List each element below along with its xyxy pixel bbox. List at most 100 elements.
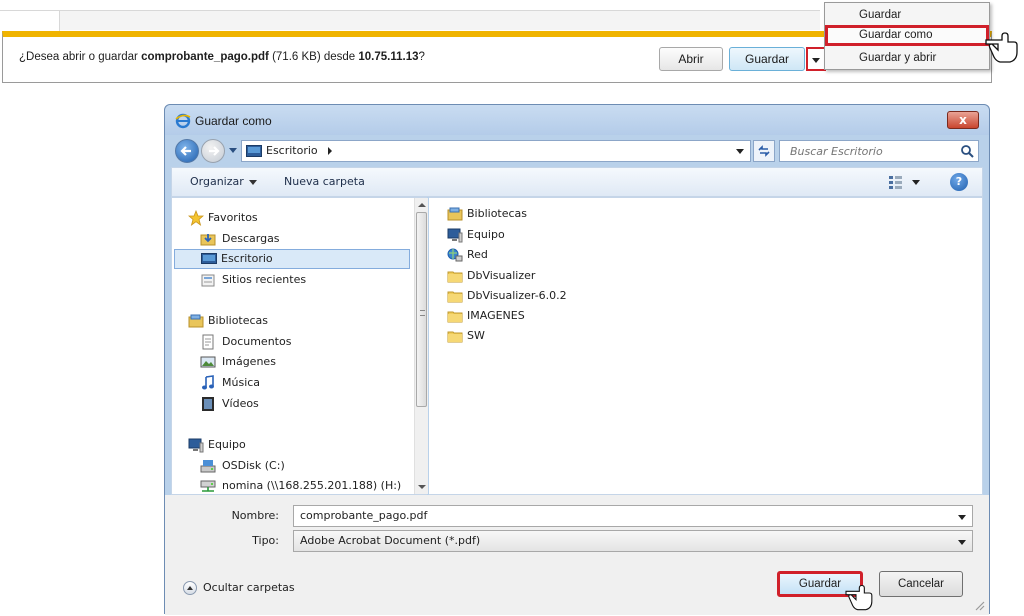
folder-icon xyxy=(447,311,463,323)
hide-folders-button[interactable]: Ocultar carpetas xyxy=(183,581,295,595)
browser-tab[interactable] xyxy=(0,11,60,31)
tree-item-label: Imágenes xyxy=(222,355,276,368)
open-button[interactable]: Abrir xyxy=(659,47,723,71)
dialog-cancel-button[interactable]: Cancelar xyxy=(879,571,963,597)
tree-item-sitios-recientes[interactable]: Sitios recientes xyxy=(186,270,406,290)
file-item-label: SW xyxy=(467,329,485,342)
file-item-label: IMAGENES xyxy=(467,309,525,322)
tree-item-label: Vídeos xyxy=(222,397,259,410)
videos-icon xyxy=(202,397,214,411)
save-as-dialog: Guardar como x Escritorio Organizar Nuev… xyxy=(164,104,990,615)
drive-icon xyxy=(200,460,216,473)
menu-item-guardar[interactable]: Guardar xyxy=(825,5,989,26)
resize-grip-icon[interactable] xyxy=(973,599,985,611)
search-icon[interactable] xyxy=(960,144,974,158)
tree-item-osdisk[interactable]: OSDisk (C:) xyxy=(186,456,406,476)
filename-input[interactable]: comprobante_pago.pdf xyxy=(293,505,973,527)
filename-label: Nombre: xyxy=(231,509,279,522)
tree-item-documentos[interactable]: Documentos xyxy=(186,332,406,352)
tree-item-favoritos[interactable]: Favoritos xyxy=(176,208,406,228)
help-button[interactable]: ? xyxy=(950,173,968,191)
internet-explorer-icon xyxy=(175,113,191,129)
music-icon xyxy=(202,375,214,390)
file-item-label: DbVisualizer xyxy=(467,269,536,282)
menu-item-guardar-como[interactable]: Guardar como xyxy=(825,25,989,46)
tree-item-label: Descargas xyxy=(222,232,280,245)
tree-item-label: OSDisk (C:) xyxy=(222,459,285,472)
menu-item-guardar-y-abrir[interactable]: Guardar y abrir xyxy=(825,48,989,69)
tree-item-label: nomina (\\168.255.201.188) (H:) xyxy=(222,479,402,492)
breadcrumb-separator-icon[interactable] xyxy=(328,147,332,155)
folder-icon xyxy=(447,271,463,283)
documents-icon xyxy=(202,334,214,350)
file-item-label: Equipo xyxy=(467,228,505,241)
address-row: Escritorio xyxy=(165,135,989,167)
search-box[interactable] xyxy=(779,140,979,162)
view-dropdown-icon[interactable] xyxy=(912,180,920,185)
download-host: 10.75.11.13 xyxy=(358,51,419,63)
tree-item-equipo[interactable]: Equipo xyxy=(176,435,406,455)
scroll-down-icon[interactable] xyxy=(418,485,426,489)
file-type-label: Tipo: xyxy=(252,534,279,547)
new-folder-button[interactable]: Nueva carpeta xyxy=(284,175,365,188)
save-fields-area: Nombre: comprobante_pago.pdf Tipo: Adobe… xyxy=(165,495,989,615)
pictures-icon xyxy=(200,356,216,368)
star-icon xyxy=(188,210,204,226)
desktop-icon xyxy=(201,253,217,264)
scroll-up-icon[interactable] xyxy=(418,203,426,207)
hand-pointer-cursor-icon xyxy=(985,32,1018,63)
save-options-dropdown-button[interactable] xyxy=(806,47,826,71)
organize-label: Organizar xyxy=(190,175,244,188)
back-button[interactable] xyxy=(175,139,199,163)
dialog-title: Guardar como xyxy=(195,114,272,128)
dialog-title-bar[interactable]: Guardar como x xyxy=(165,105,989,135)
file-type-select[interactable]: Adobe Acrobat Document (*.pdf) xyxy=(293,530,973,552)
tree-item-label: Bibliotecas xyxy=(208,314,269,327)
chevron-down-icon xyxy=(248,179,257,185)
tree-item-musica[interactable]: Música xyxy=(186,373,406,393)
file-item-label: Bibliotecas xyxy=(467,207,528,220)
navigation-scrollbar[interactable] xyxy=(414,198,428,494)
tree-item-nomina[interactable]: nomina (\\168.255.201.188) (H:) xyxy=(186,476,406,496)
command-toolbar: Organizar Nueva carpeta ? xyxy=(171,167,983,197)
chevron-down-icon[interactable] xyxy=(958,540,966,545)
refresh-button[interactable] xyxy=(753,140,775,162)
refresh-icon xyxy=(758,145,770,157)
network-drive-icon xyxy=(200,480,216,492)
address-dropdown-icon[interactable] xyxy=(736,149,744,154)
tree-item-label: Sitios recientes xyxy=(222,273,307,286)
tree-item-label: Documentos xyxy=(222,335,292,348)
search-input[interactable] xyxy=(788,144,948,159)
close-icon: x xyxy=(959,113,967,127)
tree-item-videos[interactable]: Vídeos xyxy=(186,394,406,414)
close-button[interactable]: x xyxy=(947,111,979,129)
tree-item-descargas[interactable]: Descargas xyxy=(186,229,406,249)
chevron-up-icon xyxy=(183,581,197,595)
chevron-down-icon xyxy=(812,58,820,64)
address-bar[interactable]: Escritorio xyxy=(241,140,751,162)
save-button[interactable]: Guardar xyxy=(729,47,805,71)
address-path[interactable]: Escritorio xyxy=(266,144,318,157)
tree-item-label: Favoritos xyxy=(208,211,258,224)
tree-item-escritorio[interactable]: Escritorio xyxy=(174,249,410,269)
arrow-left-icon xyxy=(180,146,191,156)
filename-value[interactable]: comprobante_pago.pdf xyxy=(300,509,427,522)
recent-locations-icon[interactable] xyxy=(229,148,237,153)
scrollbar-thumb[interactable] xyxy=(416,212,427,407)
download-file-name: comprobante_pago.pdf xyxy=(141,51,269,63)
tree-item-bibliotecas[interactable]: Bibliotecas xyxy=(176,311,406,331)
save-options-menu: Guardar Guardar como Guardar y abrir xyxy=(824,2,990,70)
hide-folders-label: Ocultar carpetas xyxy=(203,581,295,594)
view-options-icon[interactable] xyxy=(888,174,904,190)
tree-item-imagenes[interactable]: Imágenes xyxy=(186,352,406,372)
organize-menu-button[interactable]: Organizar xyxy=(190,175,257,188)
download-message-suffix: ? xyxy=(418,51,425,63)
folder-icon xyxy=(447,331,463,343)
tree-item-label: Equipo xyxy=(208,438,246,451)
tree-item-label: Música xyxy=(222,376,261,389)
chevron-down-icon[interactable] xyxy=(958,515,966,520)
grip-icon xyxy=(420,310,425,316)
forward-button[interactable] xyxy=(201,139,225,163)
folder-icon xyxy=(447,291,463,303)
tree-item-label: Escritorio xyxy=(221,252,273,265)
